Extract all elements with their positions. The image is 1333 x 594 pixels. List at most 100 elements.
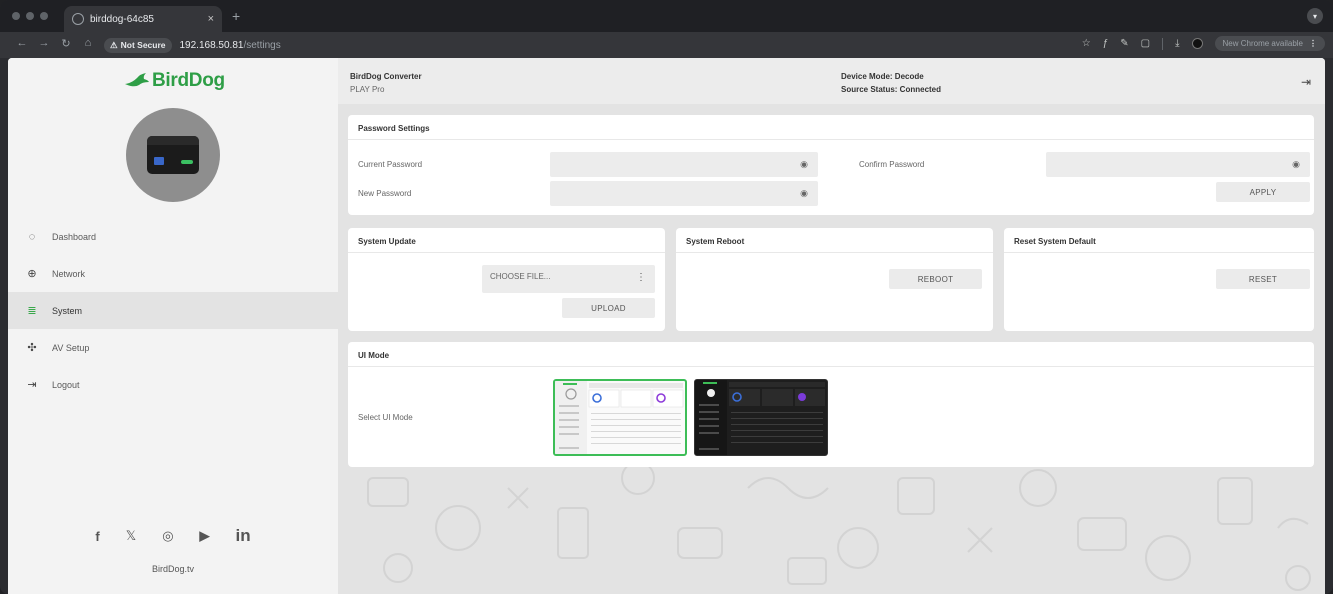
reset-button[interactable]: RESET — [1216, 269, 1310, 289]
source-status: Source Status: Connected — [841, 85, 942, 94]
card-title: System Reboot — [686, 237, 745, 246]
back-icon[interactable]: ← — [12, 37, 32, 50]
logout-icon[interactable]: ⇥ — [1301, 75, 1311, 89]
divider — [1004, 252, 1314, 253]
page-header: BirdDog Converter PLAY Pro Device Mode: … — [338, 58, 1325, 104]
sidebar-item-label: Dashboard — [52, 231, 97, 242]
system-update-card: System Update CHOOSE FILE... ⋮ UPLOAD — [348, 228, 665, 331]
window-controls — [12, 12, 48, 20]
sidebar-item-network[interactable]: ⊕ Network — [8, 255, 338, 292]
chrome-update-button[interactable]: New Chrome available ⋮ — [1214, 36, 1325, 51]
choose-file-label: CHOOSE FILE... — [490, 272, 551, 281]
select-ui-mode-label: Select UI Mode — [358, 413, 413, 422]
reset-default-card: Reset System Default RESET — [1004, 228, 1314, 331]
linkedin-icon[interactable]: in — [236, 526, 251, 546]
card-title: Reset System Default — [1014, 237, 1096, 246]
card-title: UI Mode — [358, 351, 390, 360]
divider — [348, 366, 1314, 367]
youtube-icon[interactable]: ▶ — [200, 528, 210, 544]
sidebar-item-label: Network — [52, 268, 86, 279]
system-reboot-card: System Reboot REBOOT — [676, 228, 993, 331]
av-setup-icon: ✣ — [27, 342, 37, 354]
divider — [676, 252, 993, 253]
eye-icon[interactable]: ◉ — [800, 159, 808, 170]
toolbar-divider — [1162, 37, 1164, 50]
main-content: BirdDog Converter PLAY Pro Device Mode: … — [338, 58, 1325, 594]
sidebar-item-label: AV Setup — [52, 342, 90, 353]
confirm-password-input[interactable]: ◉ — [1046, 152, 1310, 177]
current-password-label: Current Password — [358, 160, 423, 169]
x-icon[interactable]: 𝕏 — [126, 528, 136, 544]
logo-text: BirdDog — [152, 70, 225, 91]
current-password-input[interactable]: ◉ — [550, 152, 818, 177]
light-mode-preview — [555, 381, 684, 454]
card-title: System Update — [358, 237, 416, 246]
dark-mode-preview — [695, 380, 825, 455]
reload-icon[interactable]: ↻ — [56, 37, 76, 50]
eye-icon[interactable]: ◉ — [1292, 159, 1300, 170]
browser-tab[interactable]: birddog-64c85 × — [64, 6, 222, 32]
bookmark-star-icon[interactable]: ☆ — [1082, 38, 1091, 49]
sidebar-item-system[interactable]: ≣ System — [8, 292, 338, 329]
extension-icon[interactable]: ƒ — [1103, 38, 1109, 49]
not-secure-badge[interactable]: ⚠ Not Secure — [104, 37, 172, 53]
puzzle-icon[interactable]: ▢ — [1141, 38, 1150, 49]
tab-strip: birddog-64c85 × + ▾ — [0, 0, 1333, 32]
new-tab-button[interactable]: + — [232, 8, 240, 24]
product-model: PLAY Pro — [350, 85, 385, 94]
browser-window: birddog-64c85 × + ▾ ← → ↻ ⌂ ⚠ Not Secure… — [0, 0, 1333, 594]
reboot-button[interactable]: REBOOT — [889, 269, 982, 289]
device-icon — [147, 136, 199, 174]
apply-button[interactable]: APPLY — [1216, 182, 1310, 202]
dark-mode-option[interactable] — [694, 379, 828, 456]
pen-icon[interactable]: ✎ — [1120, 38, 1128, 49]
sidebar-item-dashboard[interactable]: ◌ Dashboard — [8, 218, 338, 255]
favicon-icon — [72, 13, 84, 25]
instagram-icon[interactable]: ◎ — [162, 528, 173, 544]
url-text[interactable]: 192.168.50.81/settings — [180, 40, 281, 51]
logout-icon: ⇥ — [27, 379, 37, 391]
tab-title: birddog-64c85 — [90, 13, 154, 25]
globe-icon: ⊕ — [27, 268, 37, 280]
not-secure-label: Not Secure — [120, 40, 166, 50]
download-icon[interactable]: ⤓ — [1175, 38, 1179, 49]
home-icon[interactable]: ⌂ — [78, 37, 98, 50]
card-title: Password Settings — [358, 124, 430, 133]
tab-search-icon[interactable]: ▾ — [1307, 8, 1323, 24]
divider — [348, 252, 665, 253]
url-host: 192.168.50.81 — [179, 39, 244, 51]
sidebar-item-av-setup[interactable]: ✣ AV Setup — [8, 329, 338, 366]
kebab-menu-icon: ⋮ — [1309, 39, 1317, 48]
database-icon: ≣ — [27, 305, 37, 317]
tab-close-icon[interactable]: × — [208, 13, 214, 25]
new-password-input[interactable]: ◉ — [550, 181, 818, 206]
url-path: /settings — [243, 39, 281, 51]
dashboard-icon: ◌ — [28, 230, 36, 243]
upload-button[interactable]: UPLOAD — [562, 298, 655, 318]
choose-file-input[interactable]: CHOOSE FILE... ⋮ — [482, 265, 655, 293]
sidebar-item-label: Logout — [52, 379, 80, 390]
device-mode: Device Mode: Decode — [841, 72, 924, 81]
sidebar-nav: ◌ Dashboard ⊕ Network ≣ System ✣ AV Setu… — [8, 218, 338, 403]
sidebar: BirdDog ◌ Dashboard ⊕ Network ≣ System ✣… — [8, 58, 338, 594]
sidebar-item-logout[interactable]: ⇥ Logout — [8, 366, 338, 403]
address-bar[interactable]: ⚠ Not Secure 192.168.50.81/settings — [104, 36, 281, 54]
forward-icon[interactable]: → — [34, 37, 54, 50]
eye-icon[interactable]: ◉ — [800, 188, 808, 199]
minimize-window-button[interactable] — [26, 12, 34, 20]
light-mode-option[interactable] — [553, 379, 687, 456]
close-window-button[interactable] — [12, 12, 20, 20]
password-settings-card: Password Settings Current Password ◉ New… — [348, 115, 1314, 215]
new-password-label: New Password — [358, 189, 412, 198]
sidebar-item-label: System — [52, 305, 83, 316]
browser-toolbar: ← → ↻ ⌂ ⚠ Not Secure 192.168.50.81/setti… — [0, 32, 1333, 58]
ui-mode-card: UI Mode Select UI Mode — [348, 342, 1314, 467]
birddog-logo[interactable]: BirdDog — [124, 70, 225, 92]
kebab-icon: ⋮ — [636, 272, 646, 283]
confirm-password-label: Confirm Password — [859, 160, 925, 169]
website-link[interactable]: BirdDog.tv — [8, 564, 338, 574]
facebook-icon[interactable]: f — [95, 529, 99, 544]
page-viewport: BirdDog ◌ Dashboard ⊕ Network ≣ System ✣… — [8, 58, 1325, 594]
maximize-window-button[interactable] — [40, 12, 48, 20]
profile-avatar[interactable] — [1191, 38, 1203, 49]
